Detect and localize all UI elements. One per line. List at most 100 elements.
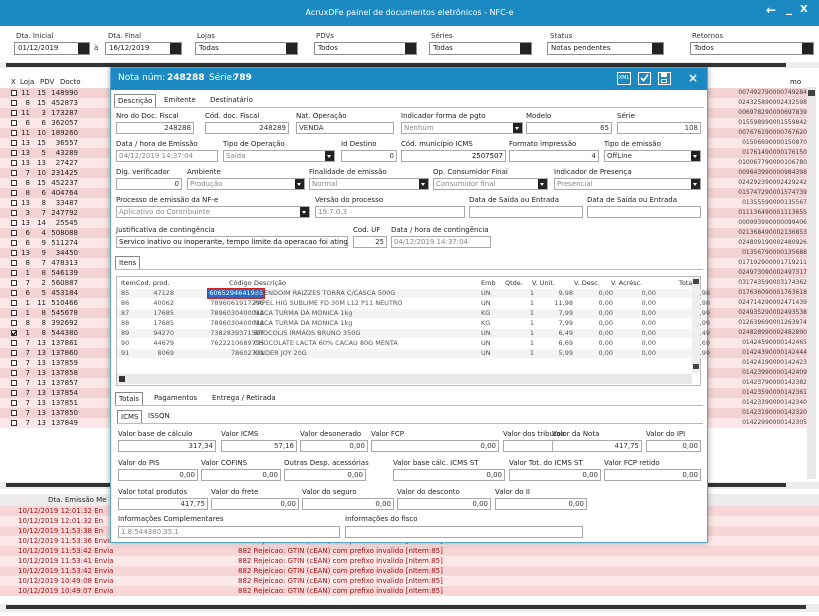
checkbox[interactable] bbox=[11, 170, 17, 176]
checkbox[interactable] bbox=[11, 360, 17, 366]
dropdown-icon[interactable] bbox=[652, 43, 663, 54]
tab-pagamentos[interactable]: Pagamentos bbox=[151, 392, 200, 405]
scroll-up-icon[interactable] bbox=[808, 90, 815, 96]
item-row[interactable]: 88 17685 7896030400012 MACA TURMA DA MONICA… bbox=[117, 319, 710, 328]
item-row[interactable]: 90 44679 7622210689795 CHOCOLATE LACTA 60% … bbox=[117, 339, 710, 348]
dropdown-icon[interactable] bbox=[78, 43, 89, 54]
minimize-icon[interactable]: _ bbox=[786, 1, 792, 15]
dropdown-icon[interactable] bbox=[419, 179, 428, 189]
tab-issqn[interactable]: ISSQN bbox=[145, 410, 173, 423]
checkbox[interactable] bbox=[11, 310, 17, 316]
checkbox[interactable] bbox=[11, 160, 17, 166]
table-row[interactable]: 7 10 231425 bbox=[0, 168, 112, 178]
data-inicial-field[interactable]: 01/12/2019 bbox=[14, 42, 90, 55]
checkbox[interactable] bbox=[11, 250, 17, 256]
checkbox[interactable] bbox=[11, 380, 17, 386]
icms-field[interactable]: 57,16 bbox=[221, 440, 297, 452]
item-row[interactable]: 87 17685 7896030400012 MACA TURMA DA MONICA… bbox=[117, 309, 710, 318]
table-row[interactable]: 11 15 148990 bbox=[0, 88, 112, 98]
col-docto[interactable]: Docto bbox=[60, 78, 81, 86]
log-row[interactable]: 10/12/2019 11:53:42 Envia 882 Rejeicao: G… bbox=[0, 566, 819, 576]
table-row[interactable]: 7 13 137849 bbox=[0, 418, 112, 428]
dropdown-icon[interactable] bbox=[538, 179, 547, 189]
frete-field[interactable]: 0,00 bbox=[211, 498, 299, 510]
ambiente-select[interactable]: Produção bbox=[187, 178, 305, 190]
checkbox[interactable] bbox=[11, 230, 17, 236]
cod-municipio-field[interactable]: 2507507 bbox=[401, 150, 506, 162]
tab-emitente[interactable]: Emitente bbox=[161, 94, 199, 107]
dropdown-icon[interactable] bbox=[691, 179, 700, 189]
fcp-field[interactable]: 0,00 bbox=[371, 440, 499, 452]
checkbox[interactable] bbox=[11, 100, 17, 106]
table-row[interactable]: 1 11 510466 bbox=[0, 298, 112, 308]
col-pdv[interactable]: PDV bbox=[40, 78, 54, 86]
dropdown-icon[interactable] bbox=[405, 43, 416, 54]
nro-doc-field[interactable]: 248288 bbox=[116, 122, 194, 134]
checkbox[interactable] bbox=[11, 130, 17, 136]
item-row[interactable]: 86 40062 7896061917295 PAPEL HIG SUBLIME FD… bbox=[117, 299, 710, 308]
table-row[interactable]: 1 8 546139 bbox=[0, 268, 112, 278]
checkbox[interactable] bbox=[11, 420, 17, 426]
desonerado-field[interactable]: 0,00 bbox=[300, 440, 368, 452]
log-row[interactable]: 10/12/2019 10:49:08 Envia 882 Rejeicao: G… bbox=[0, 576, 819, 586]
items-col-item[interactable]: Item bbox=[121, 279, 136, 288]
dropdown-icon[interactable] bbox=[691, 151, 700, 161]
table-row[interactable]: 6 5 453184 bbox=[0, 288, 112, 298]
cofins-field[interactable]: 0,00 bbox=[201, 469, 281, 481]
tab-descricao[interactable]: Descrição bbox=[114, 94, 157, 107]
item-row[interactable]: 91 8069 78602731 KINDER JOY 20G UN 1 5,99 0,00 0… bbox=[117, 349, 710, 358]
table-row[interactable]: 7 13 137860 bbox=[0, 348, 112, 358]
checkbox[interactable] bbox=[11, 410, 17, 416]
tab-totais[interactable]: Totais bbox=[115, 392, 143, 405]
data-final-field[interactable]: 16/12/2019 bbox=[105, 42, 182, 55]
checkbox[interactable] bbox=[11, 390, 17, 396]
items-hscroll[interactable] bbox=[117, 374, 692, 384]
fcp_retido-field[interactable]: 0,00 bbox=[604, 469, 701, 481]
dig-verificador-field[interactable]: 0 bbox=[116, 178, 182, 190]
table-row[interactable]: 1 8 544380 bbox=[0, 328, 112, 338]
checkbox[interactable] bbox=[11, 320, 17, 326]
table-row[interactable]: 3 7 247792 bbox=[0, 208, 112, 218]
table-row[interactable]: 11 3 173287 bbox=[0, 108, 112, 118]
items-col-cod[interactable]: Cod. prod. bbox=[136, 279, 170, 288]
table-row[interactable]: 8 15 452873 bbox=[0, 98, 112, 108]
checkbox[interactable] bbox=[11, 340, 17, 346]
tipo-operacao-select[interactable]: Saída bbox=[223, 150, 335, 162]
table-row[interactable]: 6 9 511274 bbox=[0, 238, 112, 248]
log-row[interactable]: 10/12/2019 11:53:42 Envia 882 Rejeicao: G… bbox=[0, 546, 819, 556]
scroll-thumb[interactable] bbox=[6, 605, 806, 609]
items-col-unit[interactable]: V. Unit. bbox=[532, 279, 555, 288]
series-select[interactable]: Todas bbox=[429, 42, 532, 55]
cod-uf-field[interactable]: 25 bbox=[353, 236, 387, 248]
items-col-qtde[interactable]: Qtde. bbox=[505, 279, 523, 288]
items-col-vdesc[interactable]: V. Desc. bbox=[574, 279, 600, 288]
table-row[interactable]: 7 13 137857 bbox=[0, 378, 112, 388]
checkbox[interactable] bbox=[11, 290, 17, 296]
table-row[interactable]: 13 13 27427 bbox=[0, 158, 112, 168]
dropdown-icon[interactable] bbox=[295, 179, 304, 189]
info-fisco-field[interactable] bbox=[345, 526, 583, 538]
xml-icon[interactable]: XML bbox=[617, 72, 631, 85]
checkbox[interactable] bbox=[11, 220, 17, 226]
pdvs-select[interactable]: Todos bbox=[314, 42, 417, 55]
icms_st-field[interactable]: 0,00 bbox=[509, 469, 601, 481]
save-icon[interactable] bbox=[658, 72, 671, 85]
checkbox[interactable] bbox=[11, 270, 17, 276]
ipi-field[interactable]: 0,00 bbox=[646, 440, 701, 452]
tab-itens[interactable]: Itens bbox=[115, 256, 141, 269]
nat-operacao-field[interactable]: VENDA bbox=[296, 122, 394, 134]
checkbox[interactable] bbox=[11, 180, 17, 186]
checkbox-checked[interactable] bbox=[11, 330, 17, 336]
log-row[interactable]: 10/12/2019 11:53:41 Envia 882 Rejeicao: G… bbox=[0, 556, 819, 566]
dropdown-icon[interactable] bbox=[325, 151, 334, 161]
cod-doc-field[interactable]: 248289 bbox=[205, 122, 289, 134]
versao-processo-field[interactable]: 19.7.0.3 bbox=[315, 206, 465, 218]
forma-pgto-select[interactable]: Nenhum bbox=[401, 122, 523, 134]
desconto-field[interactable]: 0,00 bbox=[397, 498, 491, 510]
checkbox[interactable] bbox=[11, 120, 17, 126]
dropdown-icon[interactable] bbox=[520, 43, 531, 54]
items-col-emb[interactable]: Emb bbox=[481, 279, 496, 288]
log-row[interactable]: 10/12/2019 10:49:07 Envia 882 Rejeicao: G… bbox=[0, 586, 819, 596]
justificativa-field[interactable]: Servico inativo ou inoperante, tempo lim… bbox=[116, 236, 348, 248]
col-x[interactable]: X bbox=[11, 78, 16, 86]
